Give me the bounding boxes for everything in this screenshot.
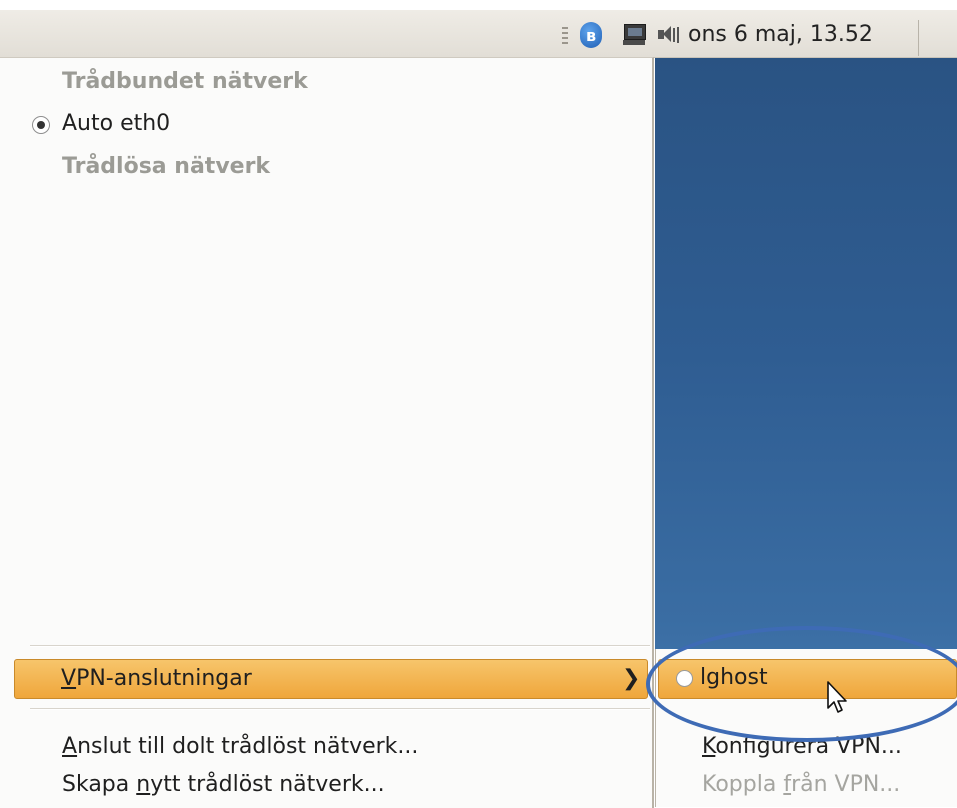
menu-item-connect-hidden-wireless[interactable]: Anslut till dolt trådlöst nätverk... [62, 732, 418, 762]
menu-item-auto-eth0[interactable]: Auto eth0 [62, 109, 170, 139]
submenu-arrow-icon: ❯ [622, 666, 641, 691]
menu-separator [30, 645, 650, 647]
panel-divider [918, 20, 919, 56]
menu-item-create-new-wireless[interactable]: Skapa nytt trådlöst nätverk... [62, 770, 385, 800]
submenu-item-disconnect-vpn: Koppla från VPN... [702, 772, 901, 797]
wired-networks-heading: Trådbundet nätverk [62, 69, 308, 94]
panel-handle[interactable] [562, 27, 568, 45]
vpn-connections-label: VPN-anslutningar [61, 666, 252, 691]
radio-selected-icon [32, 116, 50, 134]
menu-separator [30, 708, 650, 710]
annotation-ellipse [646, 626, 957, 742]
menu-item-vpn-connections[interactable]: VPN-anslutningar ❯ [14, 659, 648, 699]
top-panel: ʙ ons 6 maj, 13.52 [0, 10, 957, 58]
panel-clock[interactable]: ons 6 maj, 13.52 [688, 22, 873, 48]
network-icon[interactable] [623, 24, 646, 46]
volume-icon[interactable] [658, 26, 680, 44]
mouse-cursor-icon [827, 681, 847, 713]
bluetooth-icon[interactable]: ʙ [580, 22, 602, 48]
wireless-networks-heading: Trådlösa nätverk [62, 154, 271, 179]
